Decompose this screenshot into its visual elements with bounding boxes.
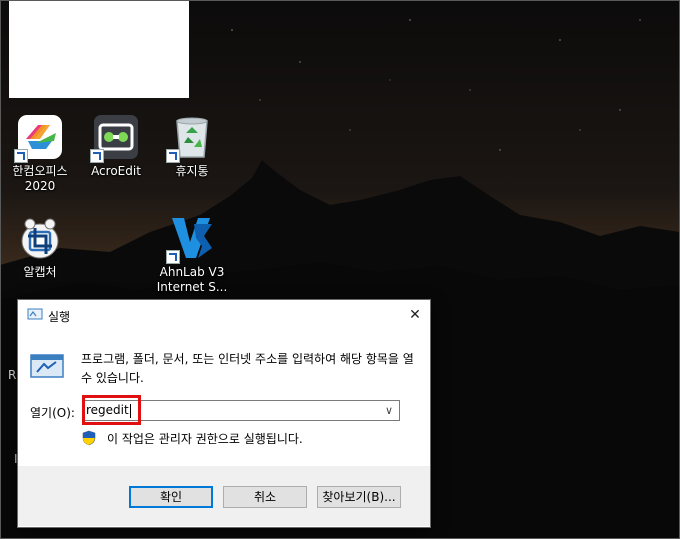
blank-window-region — [9, 1, 189, 98]
annotation-highlight-box — [82, 395, 141, 425]
desktop-icon-ahnlab-v3[interactable]: AhnLab V3 Internet S... — [155, 214, 229, 295]
dialog-title: 실행 — [48, 310, 71, 324]
run-dialog: 실행 ✕ 프로그램, 폴더, 문서, 또는 인터넷 주소를 입력하여 해당 항목… — [17, 299, 431, 528]
hancom-office-icon — [14, 113, 64, 163]
ahnlab-v3-icon — [166, 214, 216, 264]
desktop-icon-hancom-office[interactable]: 한컴오피스 2020 — [3, 113, 77, 194]
open-label: 열기(O): — [30, 406, 75, 420]
desktop-icon-alcapture[interactable]: 알캡처 — [3, 214, 77, 280]
uac-shield-icon — [82, 430, 96, 446]
ok-button[interactable]: 확인 — [129, 486, 213, 508]
desktop-icon-label: 휴지통 — [175, 164, 209, 178]
run-app-icon — [27, 308, 43, 320]
desktop-icon-label: 한컴오피스 2020 — [12, 164, 68, 193]
run-program-icon — [30, 354, 64, 378]
shortcut-arrow-icon — [14, 149, 28, 163]
desktop-icon-label: 알캡처 — [23, 265, 57, 279]
desktop-icon-label: AcroEdit — [91, 164, 141, 178]
desktop-icon-acroedit[interactable]: AcroEdit — [79, 113, 153, 179]
close-icon: ✕ — [409, 307, 421, 323]
alcapture-icon — [16, 214, 64, 262]
acroedit-icon — [90, 113, 140, 163]
shortcut-arrow-icon — [90, 149, 104, 163]
desktop-icon-recycle-bin[interactable]: 휴지통 — [155, 113, 229, 179]
browse-button[interactable]: 찾아보기(B)... — [317, 486, 401, 508]
shortcut-arrow-icon — [166, 250, 180, 264]
admin-note: 이 작업은 관리자 권한으로 실행됩니다. — [107, 432, 303, 446]
shortcut-arrow-icon — [166, 149, 180, 163]
dialog-description: 프로그램, 폴더, 문서, 또는 인터넷 주소를 입력하여 해당 항목을 열 수… — [81, 352, 414, 385]
dialog-title-bar[interactable]: 실행 ✕ — [18, 300, 430, 330]
recycle-bin-icon — [166, 113, 216, 163]
close-button[interactable]: ✕ — [400, 300, 430, 330]
cancel-button[interactable]: 취소 — [223, 486, 307, 508]
chevron-down-icon[interactable]: ∨ — [382, 402, 396, 419]
button-bar: 확인 취소 찾아보기(B)... — [18, 466, 430, 526]
desktop-icon-label: AhnLab V3 Internet S... — [156, 265, 228, 294]
partial-icon-label: R — [8, 368, 17, 382]
